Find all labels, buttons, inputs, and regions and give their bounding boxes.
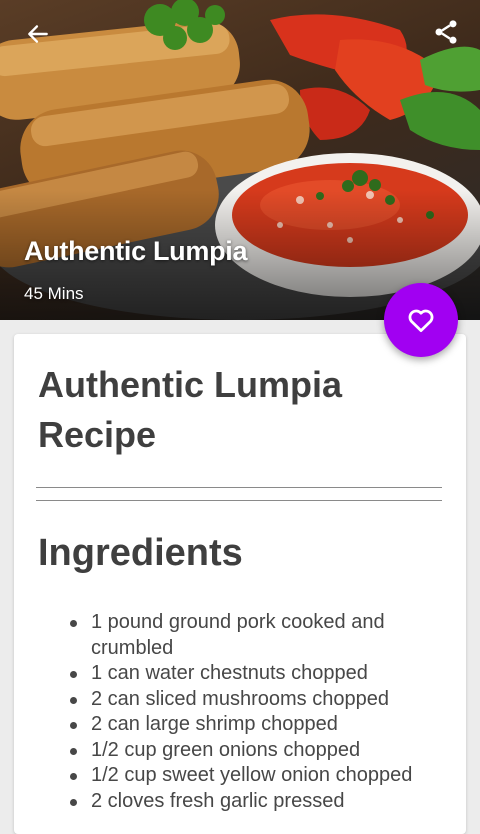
share-icon: [435, 20, 457, 44]
list-item: 1/2 cup green onions chopped: [70, 738, 450, 764]
recipe-card: Authentic Lumpia Recipe Ingredients 1 po…: [14, 334, 466, 834]
list-item: 1/2 cup sweet yellow onion chopped: [70, 763, 450, 789]
ingredients-heading: Ingredients: [38, 532, 243, 574]
back-button[interactable]: [20, 16, 56, 52]
hero-image: Authentic Lumpia 45 Mins: [0, 0, 480, 320]
share-button[interactable]: [428, 14, 464, 50]
list-item: 2 can large shrimp chopped: [70, 712, 450, 738]
list-item: 1 pound ground pork cooked and crumbled: [70, 610, 450, 661]
hero-title: Authentic Lumpia: [24, 236, 248, 266]
divider: [36, 487, 442, 488]
arrow-left-icon: [28, 25, 48, 43]
favorite-button[interactable]: [384, 283, 458, 357]
cook-time: 45 Mins: [24, 284, 84, 303]
list-item: 2 can sliced mushrooms chopped: [70, 687, 450, 713]
recipe-title: Authentic Lumpia Recipe: [38, 364, 342, 455]
heart-outline-icon: [408, 309, 434, 332]
list-item: 1 can water chestnuts chopped: [70, 661, 450, 687]
list-item: 2 cloves fresh garlic pressed: [70, 789, 450, 815]
ingredients-list: 1 pound ground pork cooked and crumbled …: [70, 610, 450, 814]
divider: [36, 500, 442, 501]
